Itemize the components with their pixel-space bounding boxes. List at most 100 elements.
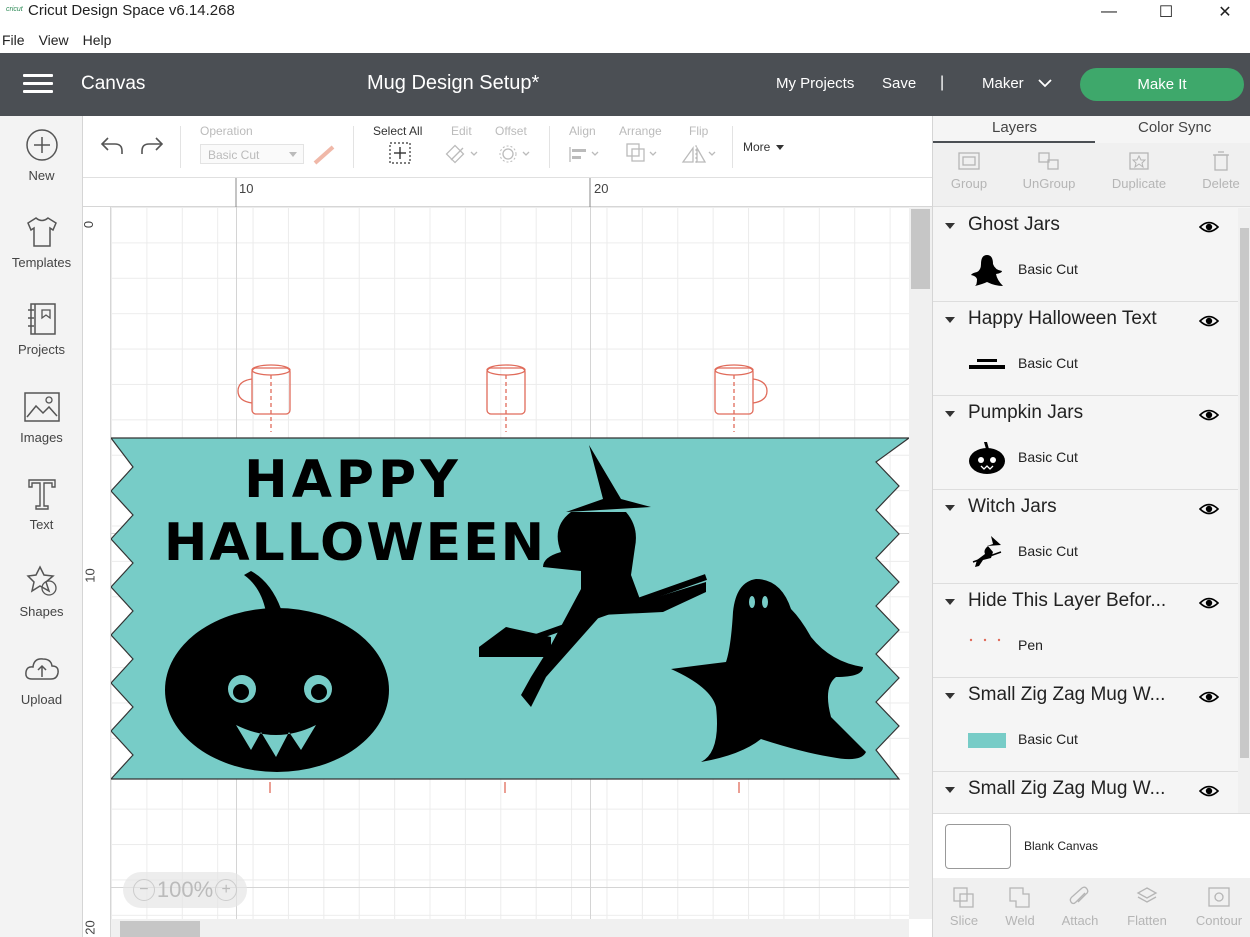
contour-button[interactable]: Contour (1189, 878, 1249, 928)
group-button[interactable]: Group (943, 143, 995, 191)
layers-scrollbar[interactable] (1238, 208, 1250, 813)
caret-down-icon[interactable] (945, 223, 955, 229)
scrollbar-thumb[interactable] (120, 921, 200, 937)
offset-icon[interactable] (497, 144, 531, 164)
section-title: Canvas (81, 73, 146, 94)
minimize-button[interactable]: — (1080, 0, 1138, 24)
layer-name[interactable]: Hide This Layer Befor... (968, 590, 1166, 612)
sidebar-item-upload[interactable]: Upload (0, 652, 83, 707)
sidebar-item-new[interactable]: New (0, 128, 83, 183)
layer-name[interactable]: Happy Halloween Text (968, 308, 1157, 330)
eye-icon[interactable] (1199, 220, 1219, 234)
sidebar-item-shapes[interactable]: Shapes (0, 564, 83, 619)
pumpkin-icon (969, 442, 1005, 474)
flip-icon[interactable] (681, 144, 717, 164)
slice-icon (953, 887, 974, 908)
caret-down-icon[interactable] (945, 505, 955, 511)
edit-icon[interactable] (445, 144, 479, 164)
caret-down-icon[interactable] (945, 787, 955, 793)
layer-group[interactable]: Happy Halloween Text Basic Cut (933, 302, 1238, 396)
layer-group[interactable]: Small Zig Zag Mug W... (933, 772, 1238, 813)
minimize-icon: — (1101, 3, 1117, 20)
caret-down-icon[interactable] (945, 693, 955, 699)
machine-select[interactable]: Maker (982, 75, 1024, 92)
eye-icon[interactable] (1199, 784, 1219, 798)
sidebar-item-label: Shapes (19, 604, 64, 619)
linetype-color-swatch-icon[interactable] (312, 144, 336, 166)
zoom-out-button[interactable]: − (132, 879, 155, 901)
more-button[interactable]: More (743, 140, 770, 154)
caret-down-icon[interactable] (945, 317, 955, 323)
layer-group[interactable]: Hide This Layer Befor... Pen (933, 584, 1238, 678)
layer-group[interactable]: Pumpkin Jars Basic Cut (933, 396, 1238, 490)
arrange-icon[interactable] (625, 142, 659, 166)
text-t-icon (27, 479, 56, 510)
save-button[interactable]: Save (882, 75, 916, 92)
sidebar-item-text[interactable]: Text (0, 477, 83, 532)
close-button[interactable]: ✕ (1196, 0, 1250, 24)
canvas-area[interactable]: 10 20 0 10 20 (83, 178, 932, 937)
make-it-button[interactable]: Make It (1080, 68, 1244, 101)
operation-select[interactable]: Basic Cut (200, 144, 304, 164)
layer-group[interactable]: Small Zig Zag Mug W... Basic Cut (933, 678, 1238, 772)
flatten-button[interactable]: Flatten (1119, 878, 1175, 928)
weld-icon (1009, 887, 1030, 908)
chevron-down-icon[interactable] (1038, 78, 1052, 88)
sidebar-item-images[interactable]: Images (0, 390, 83, 445)
arrange-label: Arrange (619, 124, 662, 138)
ungroup-button[interactable]: UnGroup (1017, 143, 1081, 191)
caret-down-icon[interactable] (945, 411, 955, 417)
weld-button[interactable]: Weld (995, 878, 1045, 928)
tab-layers[interactable]: Layers (992, 119, 1037, 136)
undo-icon[interactable] (99, 134, 125, 156)
layer-thumbnail (967, 720, 1007, 760)
happy-text: HAPPY (244, 450, 462, 510)
duplicate-button[interactable]: Duplicate (1107, 143, 1171, 191)
attach-button[interactable]: Attach (1055, 878, 1105, 928)
eye-icon[interactable] (1199, 690, 1219, 704)
menu-view[interactable]: View (39, 28, 69, 53)
eye-icon[interactable] (1199, 502, 1219, 516)
layer-group[interactable]: Ghost Jars Basic Cut (933, 208, 1238, 302)
eye-icon[interactable] (1199, 314, 1219, 328)
select-all-icon[interactable] (389, 142, 411, 164)
layer-name[interactable]: Small Zig Zag Mug W... (968, 684, 1165, 706)
paperclip-icon (1069, 886, 1089, 905)
caret-down-icon[interactable] (945, 599, 955, 605)
zoom-control: − 100% + (123, 872, 247, 908)
menu-file[interactable]: File (2, 28, 25, 53)
sidebar-item-templates[interactable]: Templates (0, 215, 83, 270)
halloween-text: HALLOWEEN (164, 513, 546, 573)
align-icon[interactable] (567, 144, 601, 164)
layer-group[interactable]: Witch Jars Basic Cut (933, 490, 1238, 584)
layer-name[interactable]: Pumpkin Jars (968, 402, 1083, 424)
layer-name[interactable]: Ghost Jars (968, 214, 1060, 236)
blank-canvas-swatch[interactable] (945, 824, 1011, 869)
zoom-in-button[interactable]: + (215, 879, 238, 901)
slice-button[interactable]: Slice (939, 878, 989, 928)
maximize-button[interactable]: ☐ (1137, 0, 1195, 24)
title-bar: cricut Cricut Design Space v6.14.268 — ☐… (0, 0, 1250, 28)
ruler-tick-label: 0 (83, 221, 96, 228)
eye-icon[interactable] (1199, 596, 1219, 610)
my-projects-link[interactable]: My Projects (776, 75, 854, 92)
hamburger-menu-icon[interactable] (23, 74, 53, 94)
layer-operation: Pen (1018, 637, 1043, 653)
layer-operation: Basic Cut (1018, 355, 1078, 371)
layer-name[interactable]: Witch Jars (968, 496, 1057, 518)
horizontal-scrollbar[interactable] (111, 919, 909, 937)
tab-color-sync[interactable]: Color Sync (1138, 119, 1211, 136)
close-icon: ✕ (1218, 4, 1232, 21)
eye-icon[interactable] (1199, 408, 1219, 422)
redo-icon[interactable] (139, 134, 165, 156)
mug-wrap-design[interactable]: HAPPY HALLOWEEN (111, 207, 909, 919)
sidebar-item-label: Images (20, 430, 63, 445)
vertical-scrollbar[interactable] (909, 207, 932, 919)
scrollbar-thumb[interactable] (1240, 228, 1249, 758)
scrollbar-thumb[interactable] (911, 209, 930, 289)
delete-button[interactable]: Delete (1197, 143, 1245, 191)
blank-canvas-row[interactable]: Blank Canvas (933, 813, 1250, 878)
sidebar-item-projects[interactable]: Projects (0, 302, 83, 357)
menu-help[interactable]: Help (83, 28, 112, 53)
layer-name[interactable]: Small Zig Zag Mug W... (968, 778, 1165, 800)
